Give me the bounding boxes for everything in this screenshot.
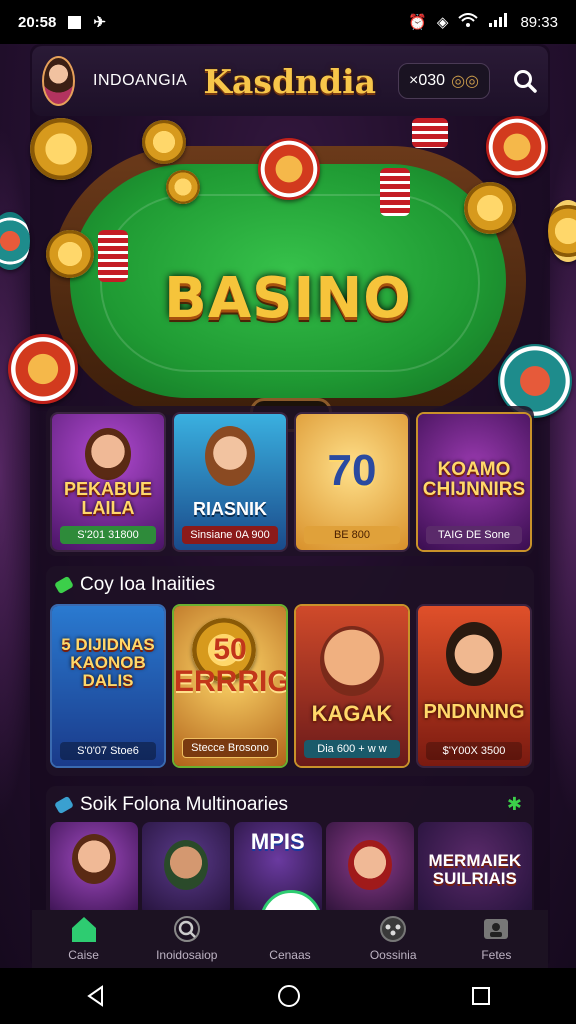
app-logo: Kasdndia xyxy=(203,61,377,101)
game-tile[interactable]: PNDNNNG $'Y00X 3500 xyxy=(416,604,532,768)
hero-title: BASINO xyxy=(164,266,412,331)
nav-item-search[interactable]: Inoidosaiop xyxy=(139,914,235,962)
recents-icon[interactable] xyxy=(471,986,491,1006)
wifi-icon xyxy=(458,13,479,31)
tile-tag: BE 800 xyxy=(304,526,400,544)
tile-title: RIASNIK xyxy=(192,499,267,519)
character-portrait xyxy=(347,840,392,890)
bottom-nav: Caise Inoidosaiop Cenaas Oossinia Fetes xyxy=(32,910,548,968)
gem-icon xyxy=(54,795,74,815)
game-tile[interactable]: PEKABUE LAILA S'201 31800 xyxy=(50,412,166,552)
nav-item-chat[interactable]: Oossinia xyxy=(345,914,441,962)
tile-title: KAGAK xyxy=(311,701,393,726)
chip-stack-icon xyxy=(380,168,410,216)
section-title: Soik Folona Multinoaries xyxy=(80,794,289,815)
search-button[interactable] xyxy=(512,63,538,99)
tile-title: 5 DIJIDNAS KAONOB DALIS xyxy=(61,635,155,690)
signal-small-icon: ✈ xyxy=(93,14,106,31)
nav-item-cards[interactable]: Cenaas xyxy=(242,914,338,962)
chip-icon xyxy=(258,138,320,200)
game-tile[interactable] xyxy=(141,822,230,916)
section-header: Soik Folona Multinoaries xyxy=(54,794,289,816)
tile-tag: Sinsiane 0A 900 xyxy=(182,526,278,544)
chip-icon xyxy=(0,212,30,270)
tile-tag: TAIG DE Sone xyxy=(426,526,522,544)
tile-title: KOAMO CHIJNNIRS xyxy=(422,459,526,500)
gem-icon xyxy=(54,575,74,595)
region-label: INDOANGIA xyxy=(93,72,188,89)
character-portrait xyxy=(446,622,502,686)
chip-icon xyxy=(548,200,576,262)
nav-item-home[interactable]: Caise xyxy=(36,914,132,962)
tile-tag: S'201 31800 xyxy=(60,526,156,544)
tile-title: MERMAIEK SUILRIAIS xyxy=(428,851,522,888)
balance-display[interactable]: ×030 ◎◎ xyxy=(398,63,490,99)
section-header: Coy Ioa Inaiities xyxy=(54,574,216,596)
character-portrait xyxy=(320,626,384,696)
nav-item-profile[interactable]: Fetes xyxy=(448,914,544,962)
vibrate-icon: ◈ xyxy=(436,14,449,31)
game-tile[interactable] xyxy=(50,822,138,916)
tile-tag: S'0'07 Stoe6 xyxy=(60,742,156,760)
tile-title: MPIS xyxy=(250,829,305,854)
game-tile[interactable]: MERMAIEK SUILRIAIS xyxy=(417,822,532,916)
coin-icon: ◎◎ xyxy=(451,73,479,90)
game-tile[interactable]: RIASNIK Sinsiane 0A 900 xyxy=(172,412,288,552)
sparkle-icon: ✱ xyxy=(506,794,522,814)
chat-icon xyxy=(380,916,407,942)
game-tile[interactable]: 5 DIJIDNAS KAONOB DALIS S'0'07 Stoe6 xyxy=(50,604,166,768)
cellular-icon xyxy=(488,13,510,31)
status-bar: 20:58 ✈ ⏰ ◈ 89:33 xyxy=(0,0,576,44)
game-tile[interactable]: KOAMO CHIJNNIRS TAIG DE Sone xyxy=(416,412,532,552)
home-icon xyxy=(71,917,96,942)
section-title: Coy Ioa Inaiities xyxy=(80,574,216,595)
tile-tag: $'Y00X 3500 xyxy=(426,742,522,760)
back-icon[interactable] xyxy=(85,985,107,1007)
notification-icon xyxy=(68,15,82,29)
chip-stack-icon xyxy=(98,230,128,282)
chip-icon xyxy=(142,120,186,164)
balance-value: ×030 xyxy=(409,72,446,89)
tile-title: 70 xyxy=(327,446,377,495)
avatar[interactable] xyxy=(42,56,76,106)
tile-title: PEKABUE LAILA xyxy=(63,479,152,518)
featured-row: PEKABUE LAILA S'201 31800 RIASNIK Sinsia… xyxy=(50,412,532,552)
chip-icon xyxy=(8,334,78,404)
game-tile[interactable]: 70 BE 800 xyxy=(294,412,410,552)
alarm-icon: ⏰ xyxy=(408,14,427,31)
game-tile[interactable]: 50 ERRRIGS Stecce Brosono xyxy=(172,604,288,768)
character-portrait xyxy=(71,834,116,884)
hero-banner[interactable]: BASINO xyxy=(0,116,576,436)
nav-label: Caise xyxy=(68,948,99,962)
section-popular-row: 5 DIJIDNAS KAONOB DALIS S'0'07 Stoe6 50 … xyxy=(50,604,532,768)
home-circle-icon[interactable] xyxy=(277,984,301,1008)
search-icon xyxy=(173,916,200,942)
search-icon xyxy=(514,70,537,93)
chip-icon xyxy=(486,116,548,178)
nav-label: Cenaas xyxy=(269,948,311,962)
character-portrait xyxy=(85,428,131,480)
nav-label: Oossinia xyxy=(369,948,417,962)
chip-icon xyxy=(464,182,516,234)
game-tile[interactable] xyxy=(325,822,414,916)
nav-label: Inoidosaiop xyxy=(156,948,218,962)
character-portrait xyxy=(205,426,255,486)
chip-stack-icon xyxy=(412,118,448,148)
top-bar: INDOANGIA Kasdndia ×030 ◎◎ xyxy=(32,46,548,116)
nav-label: Fetes xyxy=(481,948,512,962)
app-screen: BASINO INDOANGIA Kasdndia ×030 ◎◎ PEKABU… xyxy=(0,44,576,968)
chip-icon xyxy=(166,170,200,204)
status-time-left: 20:58 xyxy=(18,13,57,31)
tile-tag: Dia 600 + w w xyxy=(304,740,400,758)
profile-icon xyxy=(484,919,509,939)
character-portrait xyxy=(163,840,208,890)
tile-title: PNDNNNG xyxy=(423,701,525,723)
game-tile[interactable]: KAGAK Dia 600 + w w xyxy=(294,604,410,768)
system-nav-bar xyxy=(0,968,576,1024)
tile-title: 50 ERRRIGS xyxy=(174,633,286,698)
chip-icon xyxy=(30,118,92,180)
tile-tag: Stecce Brosono xyxy=(182,738,278,758)
chip-icon xyxy=(46,230,94,278)
status-time-right: 89:33 xyxy=(520,13,558,31)
